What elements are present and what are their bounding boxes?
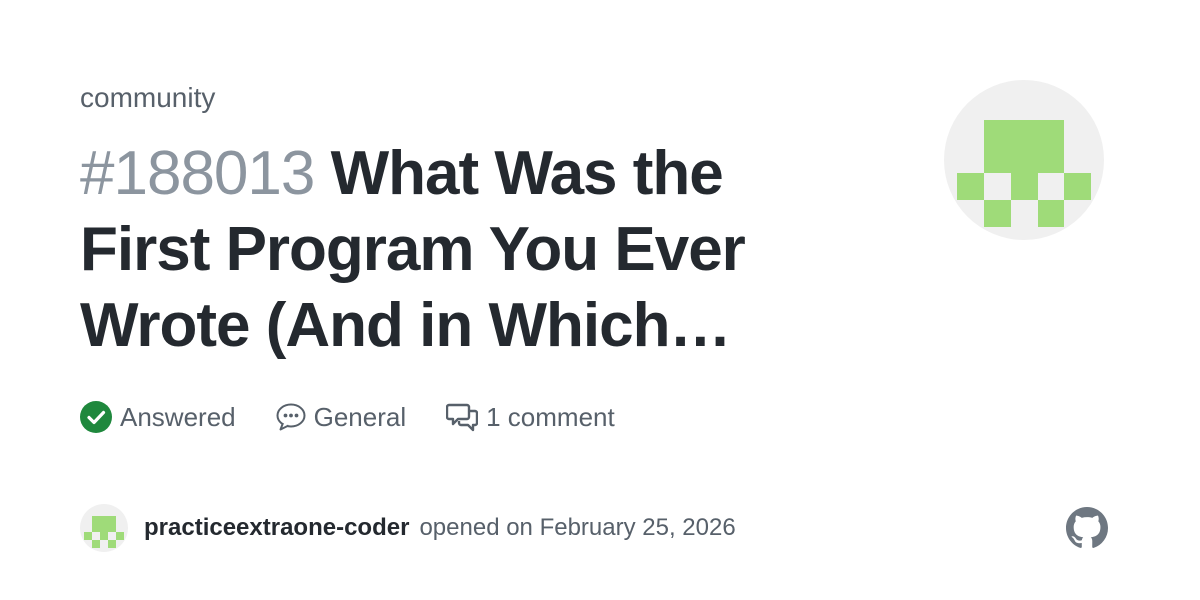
author-avatar-large — [944, 80, 1104, 240]
comment-discussion-icon — [446, 402, 479, 432]
category-general[interactable]: General — [276, 401, 407, 433]
comment-count[interactable]: 1 comment — [446, 402, 615, 433]
issue-title: #188013 What Was the First Program You E… — [80, 136, 840, 364]
repository-name[interactable]: community — [80, 80, 215, 116]
issue-byline: practiceextraone-coder opened on Februar… — [80, 504, 736, 552]
comment-count-label: 1 comment — [486, 401, 615, 432]
opened-date: opened on February 25, 2026 — [419, 514, 736, 541]
author-username[interactable]: practiceextraone-coder — [144, 514, 409, 542]
issue-meta: Answered General 1 comment — [80, 398, 655, 436]
status-answered: Answered — [80, 401, 236, 433]
issue-number: #188013 — [80, 139, 315, 208]
author-avatar[interactable] — [80, 504, 128, 552]
status-label: Answered — [120, 401, 236, 432]
identicon-large — [957, 120, 1091, 227]
identicon-small — [84, 516, 124, 548]
category-label: General — [313, 401, 407, 432]
check-circle-icon — [80, 401, 112, 433]
github-mark-icon — [1066, 507, 1108, 549]
speech-balloon-icon — [276, 403, 306, 431]
